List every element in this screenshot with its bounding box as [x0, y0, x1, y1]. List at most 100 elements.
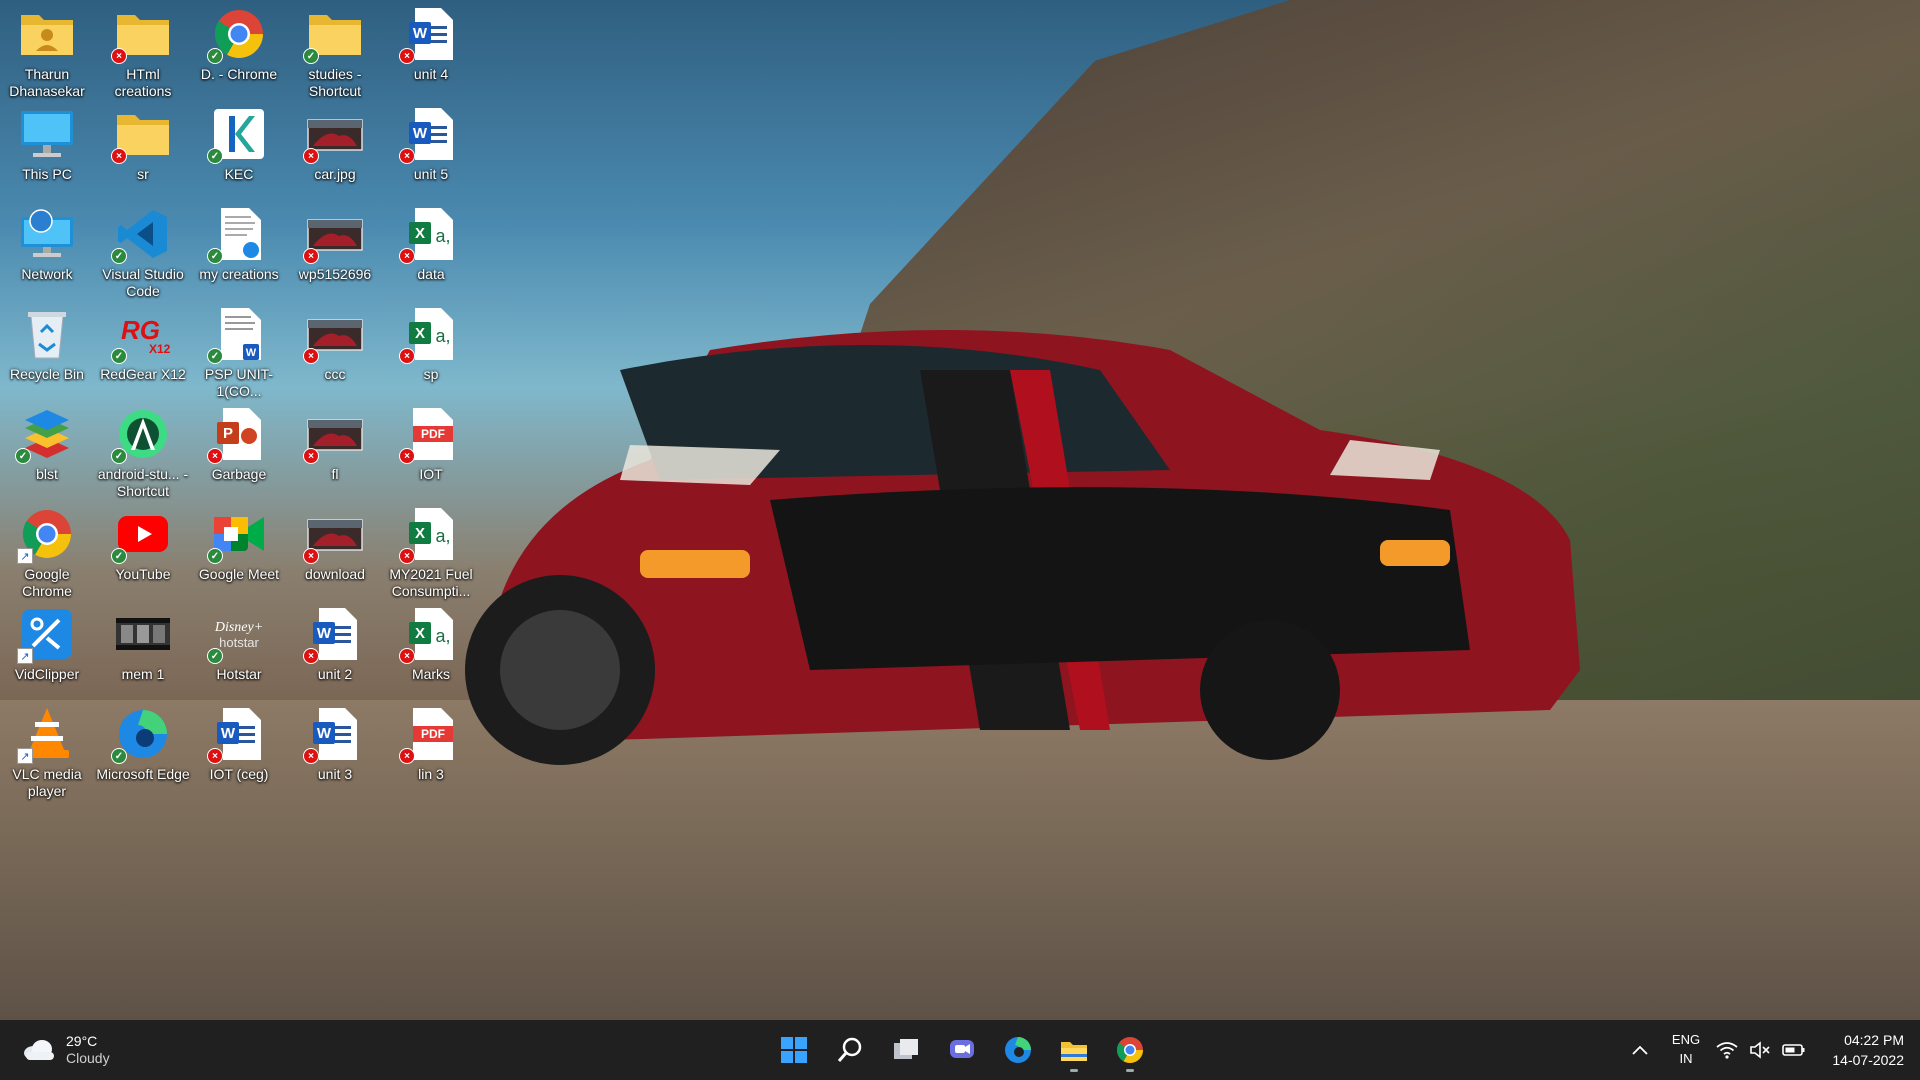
desktop-icon-label: Hotstar	[216, 666, 262, 682]
svg-text:a,: a,	[435, 326, 450, 346]
sync-error-icon: ×	[303, 248, 319, 264]
svg-text:RG: RG	[121, 315, 160, 345]
desktop-icon-redgear-x12[interactable]: RG X12 ✓ RedGear X12	[96, 306, 190, 383]
desktop-icon-label: VLC media player	[12, 766, 82, 799]
chat-icon	[950, 1040, 974, 1058]
svg-text:a,: a,	[435, 626, 450, 646]
desktop-icon-ccc[interactable]: × ccc	[288, 306, 382, 383]
desktop-icon-studies-shortcut[interactable]: ✓ studies - Shortcut	[288, 6, 382, 100]
desktop-icon-lin-3[interactable]: PDF × lin 3	[384, 706, 478, 783]
excel-icon: a, X ×	[399, 306, 459, 364]
system-tray-status[interactable]	[1716, 1038, 1806, 1062]
cloud-icon	[24, 1040, 54, 1060]
file-explorer-icon	[1061, 1042, 1087, 1061]
speaker-muted-icon	[1750, 1041, 1770, 1059]
excel-icon: a, X ×	[399, 606, 459, 664]
image-icon: ×	[303, 206, 363, 264]
desktop-icon-label: YouTube	[115, 566, 171, 582]
file-explorer-button[interactable]	[1054, 1030, 1094, 1072]
desktop-icon-label: Google Chrome	[22, 566, 72, 599]
desktop-icon-blst[interactable]: ✓ blst	[0, 406, 94, 483]
desktop-icon-tharun-dhanasekar[interactable]: Tharun Dhanasekar	[0, 6, 94, 100]
desktop-icon-car-jpg[interactable]: × car.jpg	[288, 106, 382, 183]
folder-icon: ✓	[303, 6, 363, 64]
desktop-icon-data[interactable]: a, X × data	[384, 206, 478, 283]
network-icon	[19, 206, 75, 262]
desktop-icon-kec[interactable]: ✓ KEC	[192, 106, 286, 183]
desktop-icon-mem-1[interactable]: mem 1	[96, 606, 190, 683]
shortcut-arrow-icon: ↗	[17, 548, 33, 564]
chevron-up-icon	[1632, 1045, 1648, 1055]
desktop-icon-google-meet[interactable]: ✓ Google Meet	[192, 506, 286, 583]
start-button[interactable]	[774, 1030, 814, 1070]
task-view-button[interactable]	[886, 1030, 926, 1070]
desktop-icon-label: Garbage	[211, 466, 267, 482]
image-icon: ×	[303, 306, 363, 364]
desktop-icon-my-creations[interactable]: ✓ my creations	[192, 206, 286, 283]
desktop-icon-psp-unit-1-co[interactable]: W ✓ PSP UNIT-1(CO...	[192, 306, 286, 400]
desktop-icon-sr[interactable]: × sr	[96, 106, 190, 183]
desktop-icon-label: HTml creations	[114, 66, 172, 99]
desktop-icon-this-pc[interactable]: This PC	[0, 106, 94, 183]
sync-error-icon: ×	[399, 748, 415, 764]
folder-icon: ×	[111, 6, 171, 64]
desktop-icon-label: mem 1	[121, 666, 165, 682]
desktop-icon-sp[interactable]: a, X × sp	[384, 306, 478, 383]
task-view-icon	[894, 1039, 918, 1059]
sync-error-icon: ×	[399, 48, 415, 64]
show-hidden-icons-button[interactable]	[1622, 1030, 1658, 1070]
desktop-icon-unit-4[interactable]: W × unit 4	[384, 6, 478, 83]
language-indicator[interactable]: ENG IN	[1668, 1030, 1704, 1068]
desktop-icon-iot[interactable]: PDF × IOT	[384, 406, 478, 483]
desktop-icon-network[interactable]: Network	[0, 206, 94, 283]
svg-text:hotstar: hotstar	[219, 635, 259, 650]
weather-widget[interactable]: 29°C Cloudy	[22, 1030, 142, 1070]
sync-error-icon: ×	[399, 248, 415, 264]
sync-error-icon: ×	[399, 348, 415, 364]
pdf-icon: PDF ×	[399, 706, 459, 764]
desktop-icon-label: IOT	[419, 466, 443, 482]
desktop-icon-youtube[interactable]: ✓ YouTube	[96, 506, 190, 583]
svg-text:Disney+: Disney+	[214, 620, 263, 635]
desktop-icon-label: sp	[423, 366, 439, 382]
weather-condition: Cloudy	[66, 1050, 110, 1066]
desktop-icon-fl[interactable]: × fl	[288, 406, 382, 483]
desktop-icon-microsoft-edge[interactable]: ✓ Microsoft Edge	[96, 706, 190, 783]
desktop-icon-marks[interactable]: a, X × Marks	[384, 606, 478, 683]
search-button[interactable]	[830, 1030, 870, 1070]
svg-text:PDF: PDF	[421, 727, 445, 741]
desktop-icon-html-creations[interactable]: × HTml creations	[96, 6, 190, 100]
desktop-icon-download[interactable]: × download	[288, 506, 382, 583]
svg-text:X12: X12	[149, 342, 171, 356]
desktop-icon-google-chrome[interactable]: ↗ Google Chrome	[0, 506, 94, 600]
chat-button[interactable]	[942, 1030, 982, 1070]
desktop-icon-my2021-fuel-consumpti[interactable]: a, X × MY2021 Fuel Consumpti...	[384, 506, 478, 600]
desktop-icon-unit-5[interactable]: W × unit 5	[384, 106, 478, 183]
desktop-icon-vlc-media-player[interactable]: ↗ VLC media player	[0, 706, 94, 800]
clock[interactable]: 04:22 PM 14-07-2022	[1814, 1030, 1904, 1070]
desktop-icon-label: D. - Chrome	[200, 66, 278, 82]
svg-text:X: X	[415, 625, 425, 642]
vlc-icon: ↗	[17, 706, 75, 764]
user-folder-icon	[19, 6, 75, 62]
desktop-icon-unit-2[interactable]: W × unit 2	[288, 606, 382, 683]
desktop-icon-vidclipper[interactable]: ↗ VidClipper	[0, 606, 94, 683]
desktop-icon-recycle-bin[interactable]: Recycle Bin	[0, 306, 94, 383]
desktop-icon-d-chrome[interactable]: ✓ D. - Chrome	[192, 6, 286, 83]
desktop-icon-android-stu-shortcut[interactable]: ✓ android-stu... - Shortcut	[96, 406, 190, 500]
desktop-icon-iot-ceg[interactable]: W × IOT (ceg)	[192, 706, 286, 783]
desktop-icon-garbage[interactable]: P × Garbage	[192, 406, 286, 483]
sync-ok-icon: ✓	[207, 648, 223, 664]
desktop-icon-label: studies - Shortcut	[308, 66, 362, 99]
language-region: IN	[1679, 1051, 1693, 1066]
desktop-icon-wp5152696[interactable]: × wp5152696	[288, 206, 382, 283]
sync-ok-icon: ✓	[207, 548, 223, 564]
desktop-icon-unit-3[interactable]: W × unit 3	[288, 706, 382, 783]
desktop-icon-visual-studio-code[interactable]: ✓ Visual Studio Code	[96, 206, 190, 300]
edge-taskbar-button[interactable]	[998, 1030, 1038, 1070]
word-doc-icon: W ✓	[207, 306, 267, 364]
clock-time: 04:22 PM	[1844, 1032, 1904, 1048]
desktop-icon-hotstar[interactable]: Disney+ hotstar ✓ Hotstar	[192, 606, 286, 683]
chrome-taskbar-button[interactable]	[1110, 1030, 1150, 1072]
pdf-icon: PDF ×	[399, 406, 459, 464]
